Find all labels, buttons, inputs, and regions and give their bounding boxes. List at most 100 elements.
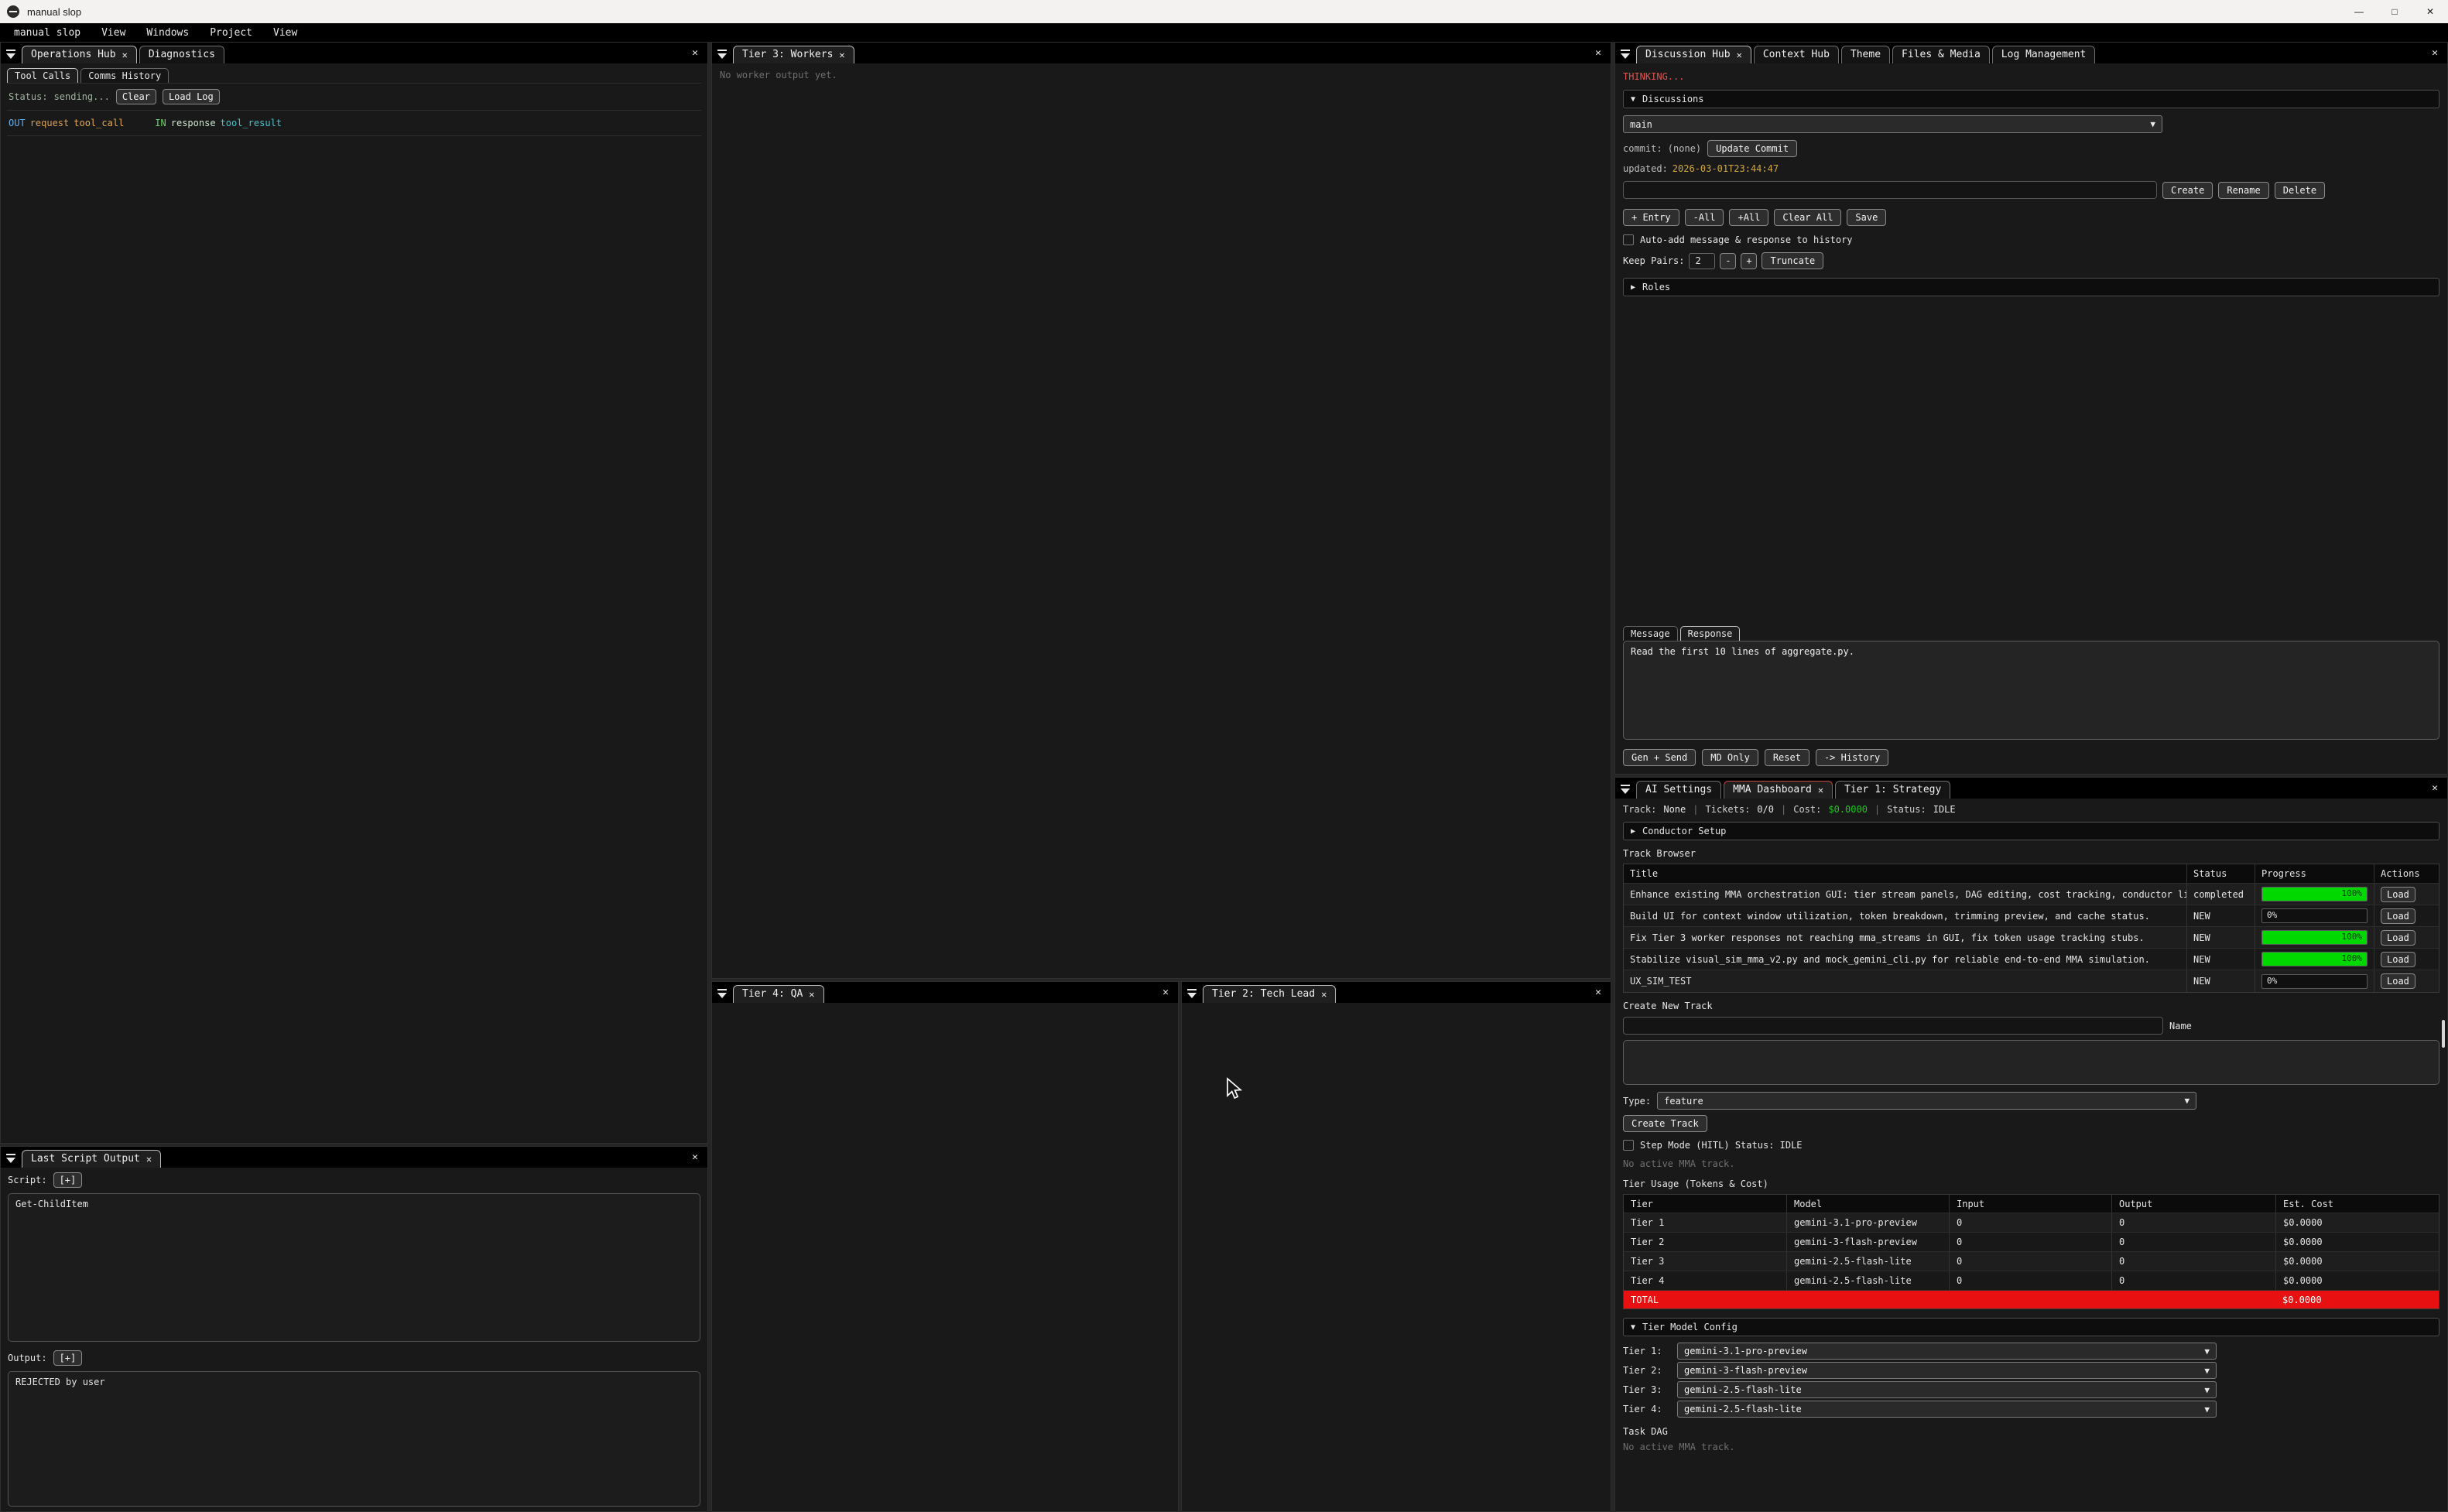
load-log-button[interactable]: Load Log (163, 89, 220, 104)
create-button[interactable]: Create (2162, 182, 2213, 199)
load-button[interactable]: Load (2381, 930, 2415, 946)
rename-button[interactable]: Rename (2218, 182, 2268, 199)
scrollbar-thumb[interactable] (2442, 1020, 2445, 1048)
tab-ai-settings[interactable]: AI Settings (1636, 781, 1721, 799)
tab-diagnostics[interactable]: Diagnostics (139, 46, 224, 63)
tier4-model-select[interactable]: gemini-2.5-flash-lite ▼ (1677, 1401, 2217, 1418)
menu-item-project[interactable]: Project (210, 27, 252, 39)
reset-button[interactable]: Reset (1765, 749, 1809, 766)
add-entry-button[interactable]: + Entry (1623, 209, 1679, 226)
response-tab[interactable]: Response (1680, 626, 1741, 641)
tab-files-media[interactable]: Files & Media (1892, 46, 1990, 63)
keep-pairs-increment-button[interactable]: + (1741, 253, 1757, 269)
tab-operations-hub[interactable]: Operations Hub ✕ (22, 46, 137, 63)
track-type-select[interactable]: feature ▼ (1657, 1092, 2196, 1110)
tab-log-management[interactable]: Log Management (1992, 46, 2096, 63)
create-track-button[interactable]: Create Track (1623, 1115, 1707, 1132)
output-box[interactable]: REJECTED by user (8, 1371, 700, 1507)
menu-item-view[interactable]: View (101, 27, 125, 39)
truncate-button[interactable]: Truncate (1762, 252, 1823, 269)
dock-menu-icon[interactable] (1620, 49, 1631, 60)
dock-menu-icon[interactable] (717, 49, 728, 60)
discussion-select[interactable]: main ▼ (1623, 115, 2162, 133)
dock-menu-icon[interactable] (1620, 784, 1631, 795)
panel-close-icon[interactable]: ✕ (684, 1151, 706, 1163)
load-button[interactable]: Load (2381, 908, 2415, 924)
load-button[interactable]: Load (2381, 952, 2415, 967)
roles-section-header[interactable]: ▶ Roles (1623, 278, 2439, 296)
output-expand-button[interactable]: [+] (53, 1350, 83, 1366)
message-textarea[interactable]: Read the first 10 lines of aggregate.py. (1623, 641, 2439, 740)
subtab-comms-history[interactable]: Comms History (80, 68, 169, 83)
tab-theme[interactable]: Theme (1841, 46, 1890, 63)
dock-menu-icon[interactable] (5, 1153, 17, 1164)
md-only-button[interactable]: MD Only (1702, 749, 1758, 766)
load-button[interactable]: Load (2381, 973, 2415, 989)
script-expand-button[interactable]: [+] (53, 1172, 83, 1188)
tier1-model-select[interactable]: gemini-3.1-pro-preview ▼ (1677, 1343, 2217, 1360)
track-description-textarea[interactable] (1623, 1040, 2439, 1085)
tab-tier2-tech-lead[interactable]: Tier 2: Tech Lead ✕ (1203, 985, 1336, 1003)
clear-all-button[interactable]: Clear All (1774, 209, 1841, 226)
tab-close-icon[interactable]: ✕ (1321, 989, 1327, 1000)
plus-all-button[interactable]: +All (1729, 209, 1768, 226)
conductor-setup-header[interactable]: ▶ Conductor Setup (1623, 822, 2439, 840)
tab-mma-dashboard[interactable]: MMA Dashboard ✕ (1724, 781, 1833, 799)
panel-close-icon[interactable]: ✕ (684, 47, 706, 59)
dock-menu-icon[interactable] (1186, 988, 1198, 999)
tab-close-icon[interactable]: ✕ (809, 989, 814, 1000)
to-history-button[interactable]: -> History (1816, 749, 1888, 766)
minus-all-button[interactable]: -All (1685, 209, 1724, 226)
menu-item-manual-slop[interactable]: manual slop (14, 27, 80, 39)
tab-close-icon[interactable]: ✕ (1737, 50, 1742, 60)
discussion-name-input[interactable] (1623, 181, 2157, 199)
panel-close-icon[interactable]: ✕ (1587, 47, 1609, 59)
tier3-workers-panel: Tier 3: Workers ✕ ✕ No worker output yet… (711, 42, 1611, 979)
col-progress: Progress (2255, 864, 2374, 883)
tab-discussion-hub[interactable]: Discussion Hub ✕ (1636, 46, 1751, 63)
menu-item-view-2[interactable]: View (273, 27, 297, 39)
dock-menu-icon[interactable] (717, 988, 728, 999)
tab-tier4-qa[interactable]: Tier 4: QA ✕ (733, 985, 824, 1003)
discussions-section-header[interactable]: ▼ Discussions (1623, 90, 2439, 108)
panel-close-icon[interactable]: ✕ (1155, 987, 1176, 998)
table-row[interactable]: Enhance existing MMA orchestration GUI: … (1624, 884, 2439, 905)
tab-tier1-strategy[interactable]: Tier 1: Strategy (1835, 781, 1950, 799)
delete-button[interactable]: Delete (2275, 182, 2325, 199)
clear-button[interactable]: Clear (116, 89, 156, 104)
panel-close-icon[interactable]: ✕ (2424, 782, 2446, 794)
auto-add-checkbox[interactable] (1623, 234, 1634, 245)
tab-close-icon[interactable]: ✕ (839, 50, 844, 60)
tab-tier3-workers[interactable]: Tier 3: Workers ✕ (733, 46, 854, 63)
table-row[interactable]: UX_SIM_TEST NEW 0% Load (1624, 970, 2439, 992)
keep-pairs-input[interactable]: 2 (1689, 253, 1715, 269)
tab-context-hub[interactable]: Context Hub (1754, 46, 1839, 63)
panel-close-icon[interactable]: ✕ (2424, 47, 2446, 59)
tier3-model-select[interactable]: gemini-2.5-flash-lite ▼ (1677, 1381, 2217, 1398)
dock-menu-icon[interactable] (5, 49, 17, 60)
table-row[interactable]: Stabilize visual_sim_mma_v2.py and mock_… (1624, 949, 2439, 970)
gen-send-button[interactable]: Gen + Send (1623, 749, 1696, 766)
tab-close-icon[interactable]: ✕ (122, 50, 128, 60)
message-tab[interactable]: Message (1623, 626, 1678, 641)
keep-pairs-decrement-button[interactable]: - (1720, 253, 1736, 269)
maximize-icon[interactable]: □ (2377, 0, 2412, 23)
table-row[interactable]: Build UI for context window utilization,… (1624, 905, 2439, 927)
panel-close-icon[interactable]: ✕ (1587, 987, 1609, 998)
update-commit-button[interactable]: Update Commit (1707, 140, 1797, 157)
tier-model-config-header[interactable]: ▼ Tier Model Config (1623, 1318, 2439, 1336)
tab-close-icon[interactable]: ✕ (146, 1154, 152, 1165)
minimize-icon[interactable]: — (2341, 0, 2377, 23)
step-mode-checkbox[interactable] (1623, 1140, 1634, 1151)
subtab-tool-calls[interactable]: Tool Calls (7, 68, 78, 83)
tab-close-icon[interactable]: ✕ (1818, 785, 1823, 795)
tier2-model-select[interactable]: gemini-3-flash-preview ▼ (1677, 1362, 2217, 1379)
menu-item-windows[interactable]: Windows (146, 27, 189, 39)
track-name-input[interactable] (1623, 1017, 2163, 1035)
tab-last-script-output[interactable]: Last Script Output ✕ (22, 1150, 161, 1168)
table-row[interactable]: Fix Tier 3 worker responses not reaching… (1624, 927, 2439, 949)
script-box[interactable]: Get-ChildItem (8, 1193, 700, 1342)
load-button[interactable]: Load (2381, 887, 2415, 902)
save-button[interactable]: Save (1847, 209, 1886, 226)
close-icon[interactable]: ✕ (2412, 0, 2448, 23)
